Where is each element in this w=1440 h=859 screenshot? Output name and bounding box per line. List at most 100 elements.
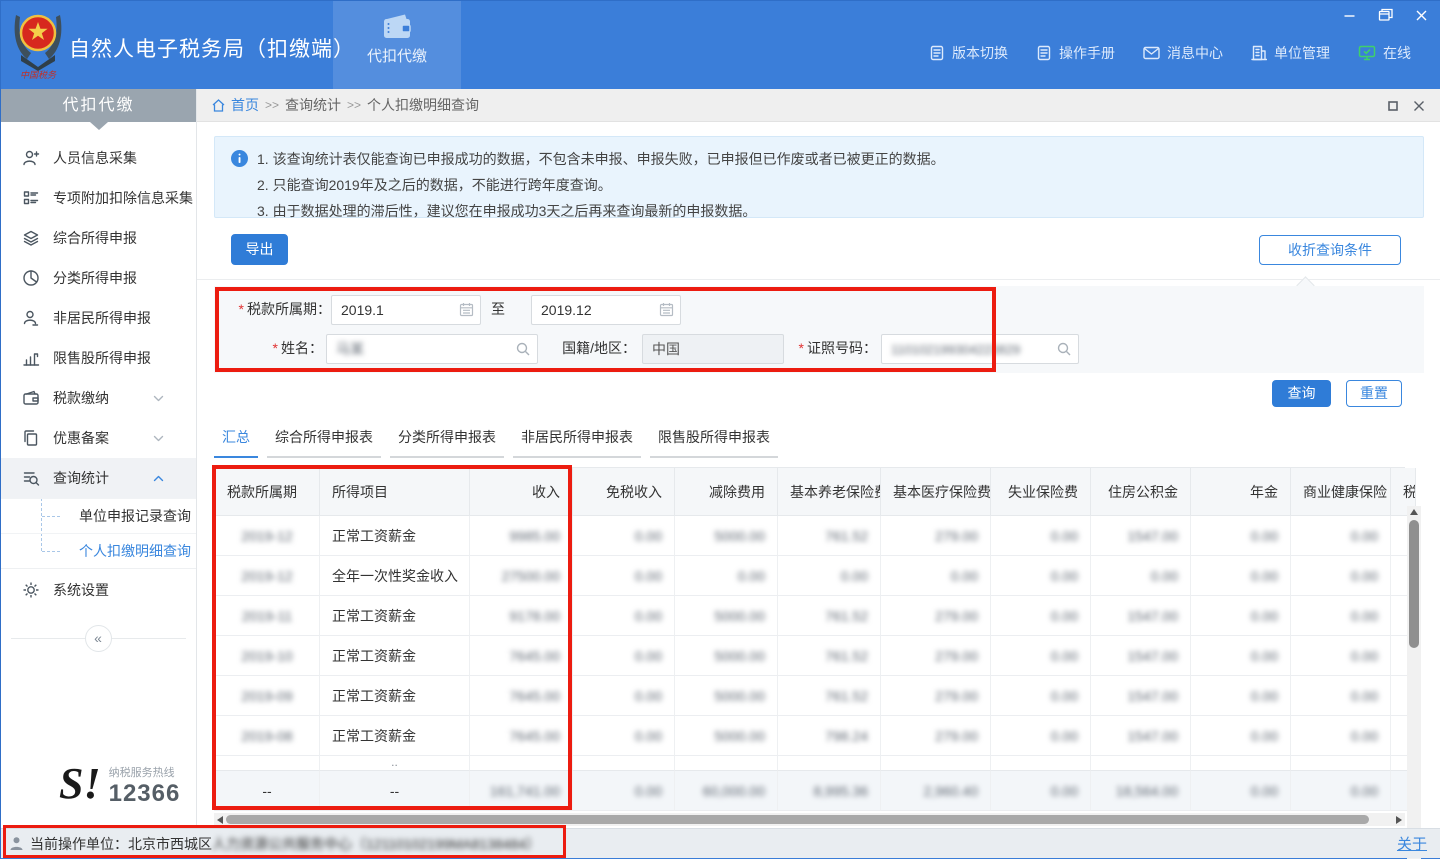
main-content: 首页 >> 查询统计 >> 个人扣缴明细查询 1. 该查询统计表仅能查询已申报成…: [197, 89, 1440, 828]
table-row[interactable]: 2019-09正常工资薪金7645.000.005000.00761.52279…: [215, 676, 1405, 716]
tax-emblem-logo: 中国税务: [11, 9, 65, 79]
result-tab[interactable]: 分类所得申报表: [390, 427, 504, 458]
sidebar-subitem[interactable]: 单位申报记录查询: [1, 498, 196, 533]
calendar-icon: [459, 302, 474, 317]
vertical-scrollbar[interactable]: [1407, 506, 1421, 859]
table-cell: 正常工资薪金: [320, 636, 470, 676]
table-cell: 7645.00: [470, 636, 573, 676]
scroll-right-icon[interactable]: [1396, 816, 1402, 824]
table-cell: 1547.00: [1091, 716, 1191, 756]
sidebar-item[interactable]: 税款缴纳: [1, 378, 196, 418]
table-cell: 0.00: [1291, 771, 1391, 811]
result-table: 税款所属期所得项目收入免税收入减除费用基本养老保险费基本医疗保险费失业保险费住房…: [214, 467, 1405, 811]
query-button[interactable]: 查询: [1272, 380, 1331, 407]
name-input[interactable]: 马某: [326, 334, 538, 364]
table-cell: 279.00: [881, 636, 991, 676]
table-cell: [470, 756, 573, 771]
id-number-input[interactable]: 110102199304223829: [881, 334, 1079, 364]
table-cell: 0.00: [991, 556, 1091, 596]
table-header-cell: 收入: [470, 468, 573, 516]
table-cell: 0.00: [1191, 596, 1291, 636]
table-row[interactable]: 2019-12正常工资薪金9985.000.005000.00761.52279…: [215, 516, 1405, 556]
table-cell: 0.00: [1191, 636, 1291, 676]
table-cell: 161,741.00: [470, 771, 573, 811]
sidebar-item[interactable]: 人员信息采集: [1, 138, 196, 178]
period-to-input[interactable]: 2019.12: [531, 295, 681, 325]
table-header-cell: 基本养老保险费: [778, 468, 881, 516]
table-header-cell: 住房公积金: [1091, 468, 1191, 516]
chevron-down-icon: [148, 435, 168, 442]
table-cell: 0.00: [675, 556, 778, 596]
result-tab[interactable]: 限售股所得申报表: [650, 427, 778, 458]
scroll-up-icon[interactable]: [1410, 509, 1418, 515]
sidebar-subitem[interactable]: 个人扣缴明细查询: [1, 533, 196, 568]
sidebar-item[interactable]: 查询统计: [1, 458, 196, 498]
sidebar-item[interactable]: 综合所得申报: [1, 218, 196, 258]
result-tab[interactable]: 汇总: [214, 427, 258, 458]
scroll-left-icon[interactable]: [217, 816, 223, 824]
table-cell: 5000.00: [675, 716, 778, 756]
table-row[interactable]: 2019-12全年一次性奖金收入27500.000.000.000.000.00…: [215, 556, 1405, 596]
table-cell: 0.00: [1191, 676, 1291, 716]
table-cell: 0.00: [1291, 516, 1391, 556]
sidebar-item[interactable]: 优惠备案: [1, 418, 196, 458]
table-cell: 7645.00: [470, 716, 573, 756]
collapse-query-button[interactable]: 收折查询条件: [1259, 235, 1401, 265]
sidebar-item-label: 非居民所得申报: [53, 308, 151, 328]
period-from-input[interactable]: 2019.1: [331, 295, 481, 325]
reset-button[interactable]: 重置: [1346, 380, 1402, 407]
search-icon[interactable]: [515, 341, 531, 357]
header-tab-daikou-daijiao[interactable]: 代扣代缴: [333, 1, 461, 89]
table-row[interactable]: ----161,741.000.0060,000.008,995.362,960…: [215, 771, 1405, 811]
sidebar-item-settings[interactable]: 系统设置: [1, 569, 196, 611]
header-menu-item[interactable]: 在线: [1358, 43, 1411, 63]
table-row[interactable]: ..: [215, 756, 1405, 771]
layers-icon: [21, 229, 41, 247]
table-cell: 761.52: [778, 516, 881, 556]
table-cell: 5000.00: [675, 596, 778, 636]
sidebar-collapse-button[interactable]: «: [85, 625, 112, 652]
nationality-value: 中国: [652, 341, 680, 357]
table-row[interactable]: 2019-08正常工资薪金7645.000.005000.00798.24279…: [215, 716, 1405, 756]
table-row[interactable]: 2019-11正常工资薪金9178.000.005000.00761.52279…: [215, 596, 1405, 636]
sidebar-item[interactable]: 非居民所得申报: [1, 298, 196, 338]
about-link[interactable]: 关于: [1397, 833, 1427, 854]
restore-page-button[interactable]: [1387, 98, 1403, 114]
table-body: 2019-12正常工资薪金9985.000.005000.00761.52279…: [215, 516, 1405, 811]
breadcrumb-home[interactable]: 首页: [231, 95, 259, 115]
header-menu: 版本切换 操作手册 消息中心 单位管理 在线: [929, 43, 1411, 63]
export-button[interactable]: 导出: [231, 234, 288, 265]
close-button[interactable]: [1411, 5, 1431, 25]
wallet-icon: [21, 389, 41, 407]
horizontal-scrollbar[interactable]: [214, 813, 1405, 826]
minimize-button[interactable]: [1339, 5, 1359, 25]
horizontal-scrollbar-thumb[interactable]: [226, 815, 1369, 824]
table-cell: 0.00: [1191, 516, 1291, 556]
header-menu-item[interactable]: 消息中心: [1143, 43, 1223, 63]
table-header-cell: 商业健康保险: [1291, 468, 1391, 516]
info-icon: [231, 150, 248, 167]
table-row[interactable]: 2019-10正常工资薪金7645.000.005000.00761.52279…: [215, 636, 1405, 676]
header-menu-item[interactable]: 单位管理: [1251, 43, 1330, 63]
vertical-scrollbar-thumb[interactable]: [1409, 520, 1419, 648]
header-menu-label: 在线: [1383, 43, 1411, 63]
current-unit-blurred: 人力资源公共服务中心（12110102199MA8138484）: [212, 834, 540, 854]
header-menu-item[interactable]: 操作手册: [1036, 43, 1115, 63]
table-cell: 0.00: [991, 676, 1091, 716]
table-header-cell: 失业保险费: [991, 468, 1091, 516]
close-page-button[interactable]: [1413, 98, 1429, 114]
sidebar-item[interactable]: 专项附加扣除信息采集: [1, 178, 196, 218]
sidebar-item[interactable]: 限售股所得申报: [1, 338, 196, 378]
result-tab[interactable]: 非居民所得申报表: [513, 427, 641, 458]
nationality-label: 国籍/地区：: [546, 334, 636, 362]
sidebar-item-label: 分类所得申报: [53, 268, 137, 288]
header-menu-item[interactable]: 版本切换: [929, 43, 1008, 63]
sidebar-item[interactable]: 分类所得申报: [1, 258, 196, 298]
table-cell: 5000.00: [675, 516, 778, 556]
breadcrumb-item-current: 个人扣缴明细查询: [367, 95, 479, 115]
result-tab[interactable]: 综合所得申报表: [267, 427, 381, 458]
restore-button[interactable]: [1375, 5, 1395, 25]
search-icon[interactable]: [1056, 341, 1072, 357]
application-window: 中国税务 自然人电子税务局（扣缴端） 代扣代缴 版本切换操作手册消息中心单位管理…: [0, 0, 1440, 859]
header-menu-label: 消息中心: [1167, 43, 1223, 63]
